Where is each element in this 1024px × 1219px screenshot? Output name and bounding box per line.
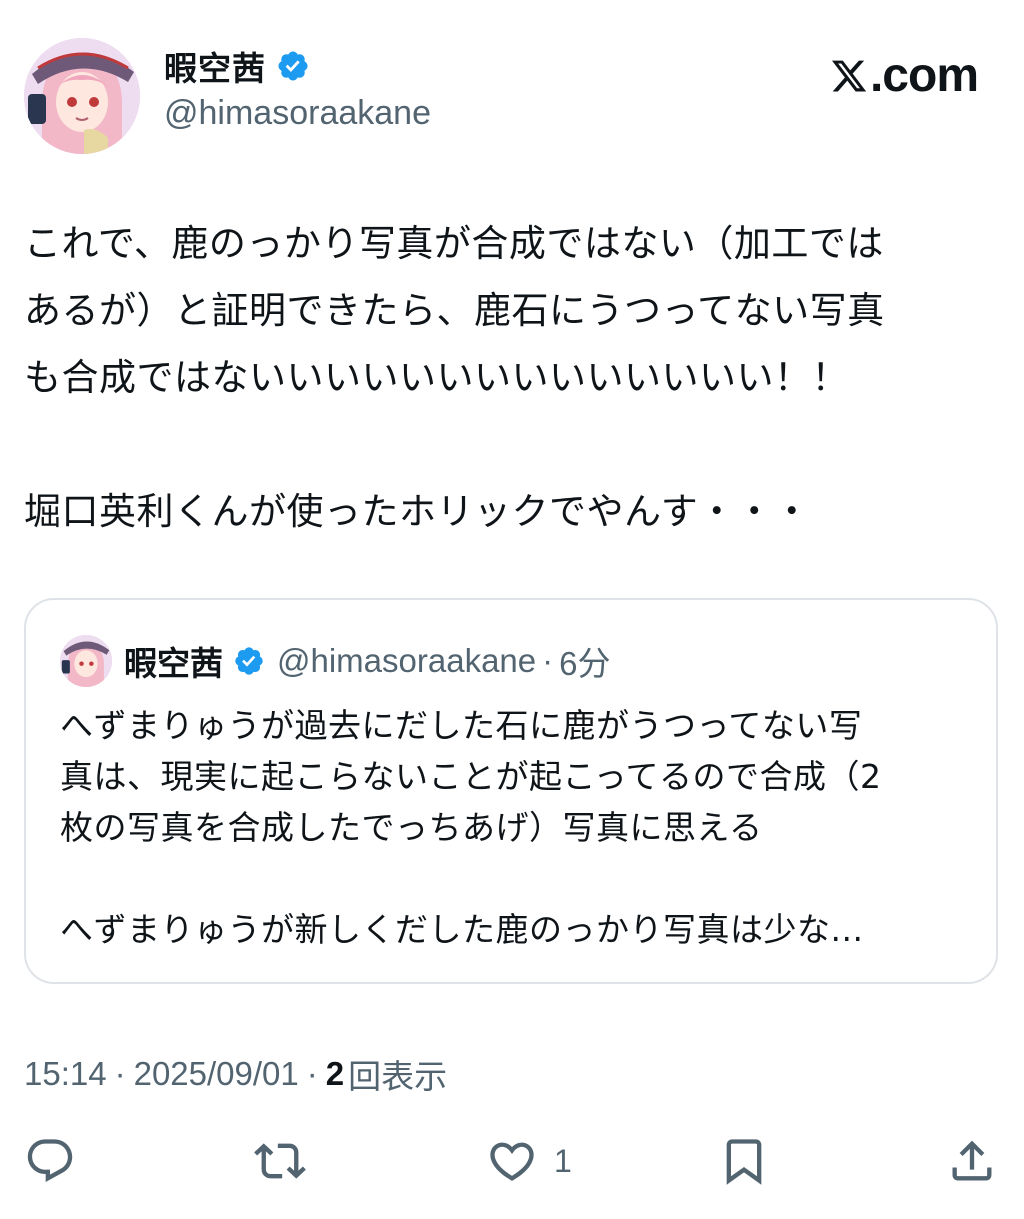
quoted-post-header: 暇空茜 @himasoraakane · 6分: [60, 634, 611, 688]
author-handle[interactable]: @himasoraakane: [164, 94, 431, 133]
quoted-post-card[interactable]: 暇空茜 @himasoraakane · 6分 へずまりゅうが過去にだした石に鹿…: [24, 598, 998, 984]
share-button[interactable]: [946, 1128, 998, 1194]
quoted-post-text: へずまりゅうが過去にだした石に鹿がうつってない写 真は、現実に起こらないことが起…: [60, 706, 882, 949]
reply-icon: [27, 1139, 73, 1183]
views-count: 2: [325, 1055, 345, 1092]
author-info: 暇空茜 @himasoraakane: [164, 44, 431, 133]
post-body-text: これで、鹿のっかり写真が合成ではない（加工では あるが）と証明できたら、鹿石にう…: [24, 222, 885, 533]
heart-icon: [490, 1142, 534, 1181]
meta-separator: ·: [114, 1055, 126, 1092]
retweet-button[interactable]: [254, 1128, 306, 1194]
bookmark-icon: [726, 1139, 762, 1185]
x-com-brand: .com: [830, 48, 979, 103]
post-time[interactable]: 15:14: [24, 1055, 107, 1093]
post-meta: 15:14 · 2025/09/01 · 2 回表示: [24, 1050, 447, 1098]
x-logo-icon: [831, 60, 867, 91]
verified-badge-icon: [235, 647, 263, 675]
quoted-post-time: 6分: [559, 645, 611, 682]
quoted-separator: ·: [542, 642, 554, 679]
like-button[interactable]: 1: [486, 1128, 572, 1194]
like-count: 1: [554, 1142, 572, 1179]
bookmark-button[interactable]: [718, 1128, 770, 1194]
quoted-author-name: 暇空茜: [124, 644, 223, 683]
post-header: 暇空茜 @himasoraakane .com: [24, 30, 1000, 160]
views-label: 回表示: [348, 1057, 448, 1096]
quoted-author-handle: @himasoraakane: [277, 642, 537, 679]
retweet-icon: [254, 1143, 306, 1179]
share-icon: [952, 1140, 992, 1181]
brand-domain-text: .com: [869, 49, 979, 102]
action-bar: 1: [0, 1128, 1024, 1194]
reply-button[interactable]: [24, 1128, 76, 1194]
author-name-row: 暇空茜: [164, 44, 431, 88]
quoted-author-avatar: [60, 635, 112, 687]
post-date[interactable]: 2025/09/01: [134, 1055, 299, 1093]
verified-badge-icon: [278, 51, 308, 81]
author-avatar[interactable]: [24, 38, 140, 154]
author-display-name[interactable]: 暇空茜: [164, 42, 266, 90]
meta-separator: ·: [306, 1055, 318, 1092]
